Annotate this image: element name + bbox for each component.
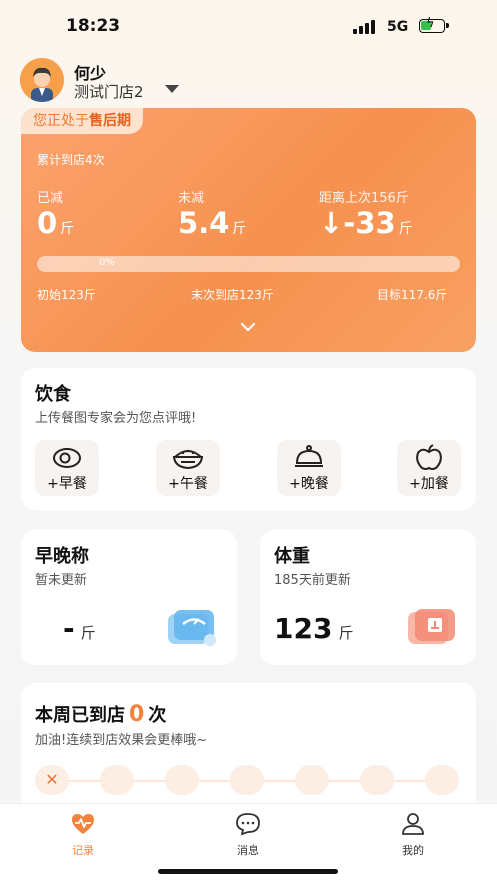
progress-text: 0%: [99, 257, 115, 268]
add-dinner-button[interactable]: +晚餐: [277, 440, 341, 496]
tab-profile[interactable]: 我的: [373, 812, 453, 858]
reduced-stat: 0斤: [37, 206, 74, 240]
day-dot-missed: ✕: [35, 765, 69, 795]
tab-label: 消息: [237, 844, 259, 857]
diet-card: 饮食 上传餐图专家会为您点评哦! +早餐 +午餐 +晚餐 +加餐: [21, 368, 476, 510]
weight-reading: 123 斤: [274, 612, 353, 645]
status-bar: 18:23 5G ϟ: [0, 0, 497, 52]
status-time: 18:23: [66, 16, 121, 36]
chevron-down-icon[interactable]: [239, 318, 257, 336]
day-dot: [100, 765, 134, 795]
reduced-unit: 斤: [60, 221, 75, 237]
meal-label: +晚餐: [289, 476, 329, 492]
week-subtitle: 加油!连续到店效果会更棒哦~: [35, 733, 208, 748]
caret-down-icon[interactable]: [165, 85, 179, 93]
meal-label: +加餐: [409, 476, 449, 492]
day-dot: [295, 765, 329, 795]
add-snack-button[interactable]: +加餐: [397, 440, 461, 496]
diet-title: 饮食: [35, 384, 71, 405]
phase-prefix: 您正处于: [33, 113, 89, 129]
meal-label: +早餐: [47, 476, 87, 492]
add-breakfast-button[interactable]: +早餐: [35, 440, 99, 496]
weight-subtitle: 185天前更新: [274, 573, 351, 588]
chat-bubble-icon: [236, 813, 260, 836]
since-last-label: 距离上次156斤: [319, 191, 409, 206]
scale-title: 早晚称: [35, 546, 89, 567]
since-last-value: ↓-33: [319, 206, 396, 240]
remaining-label: 未减: [178, 191, 205, 206]
tab-label: 我的: [402, 844, 424, 857]
person-icon: [402, 813, 424, 835]
weight-summary-card: 您正处于售后期 累计到店4次 已减 0斤 未减 5.4 斤 距离上次156斤 ↓-…: [21, 108, 476, 352]
weekly-visits-card: 本周已到店 0 次 加油!连续到店效果会更棒哦~ ✕: [21, 683, 476, 813]
progress-bar: 0%: [37, 256, 460, 272]
tab-records[interactable]: 记录: [43, 812, 123, 858]
remaining-unit: 斤: [232, 221, 247, 237]
target-weight: 目标117.6斤: [377, 288, 448, 302]
tab-label: 记录: [72, 844, 94, 857]
week-title: 本周已到店 0 次: [35, 701, 166, 727]
rice-bowl-icon: [172, 449, 204, 470]
cloche-icon: [295, 445, 323, 467]
week-title-prefix: 本周已到店: [35, 705, 125, 726]
since-last-stat: ↓-33 斤: [319, 206, 413, 240]
week-visit-count: 0: [129, 702, 145, 727]
weight-value: 123: [274, 612, 333, 645]
signal-icon: [353, 20, 375, 34]
visit-total: 累计到店4次: [37, 153, 105, 167]
scale-value: -: [63, 612, 75, 645]
meal-label: +午餐: [168, 476, 208, 492]
weight-title: 体重: [274, 546, 310, 567]
week-title-suffix: 次: [148, 705, 167, 726]
battery-icon: ϟ: [419, 17, 449, 33]
network-type: 5G: [387, 19, 409, 35]
scale-icon: [168, 610, 216, 646]
scale-reading: -斤: [63, 612, 96, 645]
reduced-label: 已减: [37, 191, 64, 206]
add-lunch-button[interactable]: +午餐: [156, 440, 220, 496]
scale-unit: 斤: [80, 624, 96, 642]
avatar[interactable]: [20, 58, 64, 102]
day-dot: [230, 765, 264, 795]
heart-pulse-icon: [72, 814, 94, 834]
apple-icon: [416, 444, 442, 470]
store-selector[interactable]: 测试门店2: [74, 81, 144, 102]
scale-subtitle: 暂未更新: [35, 573, 88, 588]
scale-card[interactable]: 早晚称 暂未更新 -斤: [21, 530, 237, 665]
remaining-value: 5.4: [178, 206, 230, 240]
day-dot: [360, 765, 394, 795]
egg-icon: [53, 448, 81, 468]
day-dot: [165, 765, 199, 795]
weight-unit: 斤: [338, 624, 354, 642]
initial-weight: 初始123斤: [37, 288, 96, 302]
day-dot: [425, 765, 459, 795]
last-visit-weight: 末次到店123斤: [191, 288, 274, 302]
weight-chart-icon: [408, 609, 455, 644]
weight-card[interactable]: 体重 185天前更新 123 斤: [260, 530, 476, 665]
since-last-unit: 斤: [398, 221, 413, 237]
user-profile[interactable]: 何少 测试门店2: [20, 58, 320, 104]
phase-badge: 您正处于售后期: [21, 108, 143, 134]
tab-messages[interactable]: 消息: [208, 812, 288, 858]
home-indicator: [158, 869, 338, 874]
phase-name: 售后期: [89, 113, 131, 129]
diet-subtitle: 上传餐图专家会为您点评哦!: [35, 411, 197, 426]
remaining-stat: 5.4 斤: [178, 206, 246, 240]
reduced-value: 0: [37, 206, 58, 240]
